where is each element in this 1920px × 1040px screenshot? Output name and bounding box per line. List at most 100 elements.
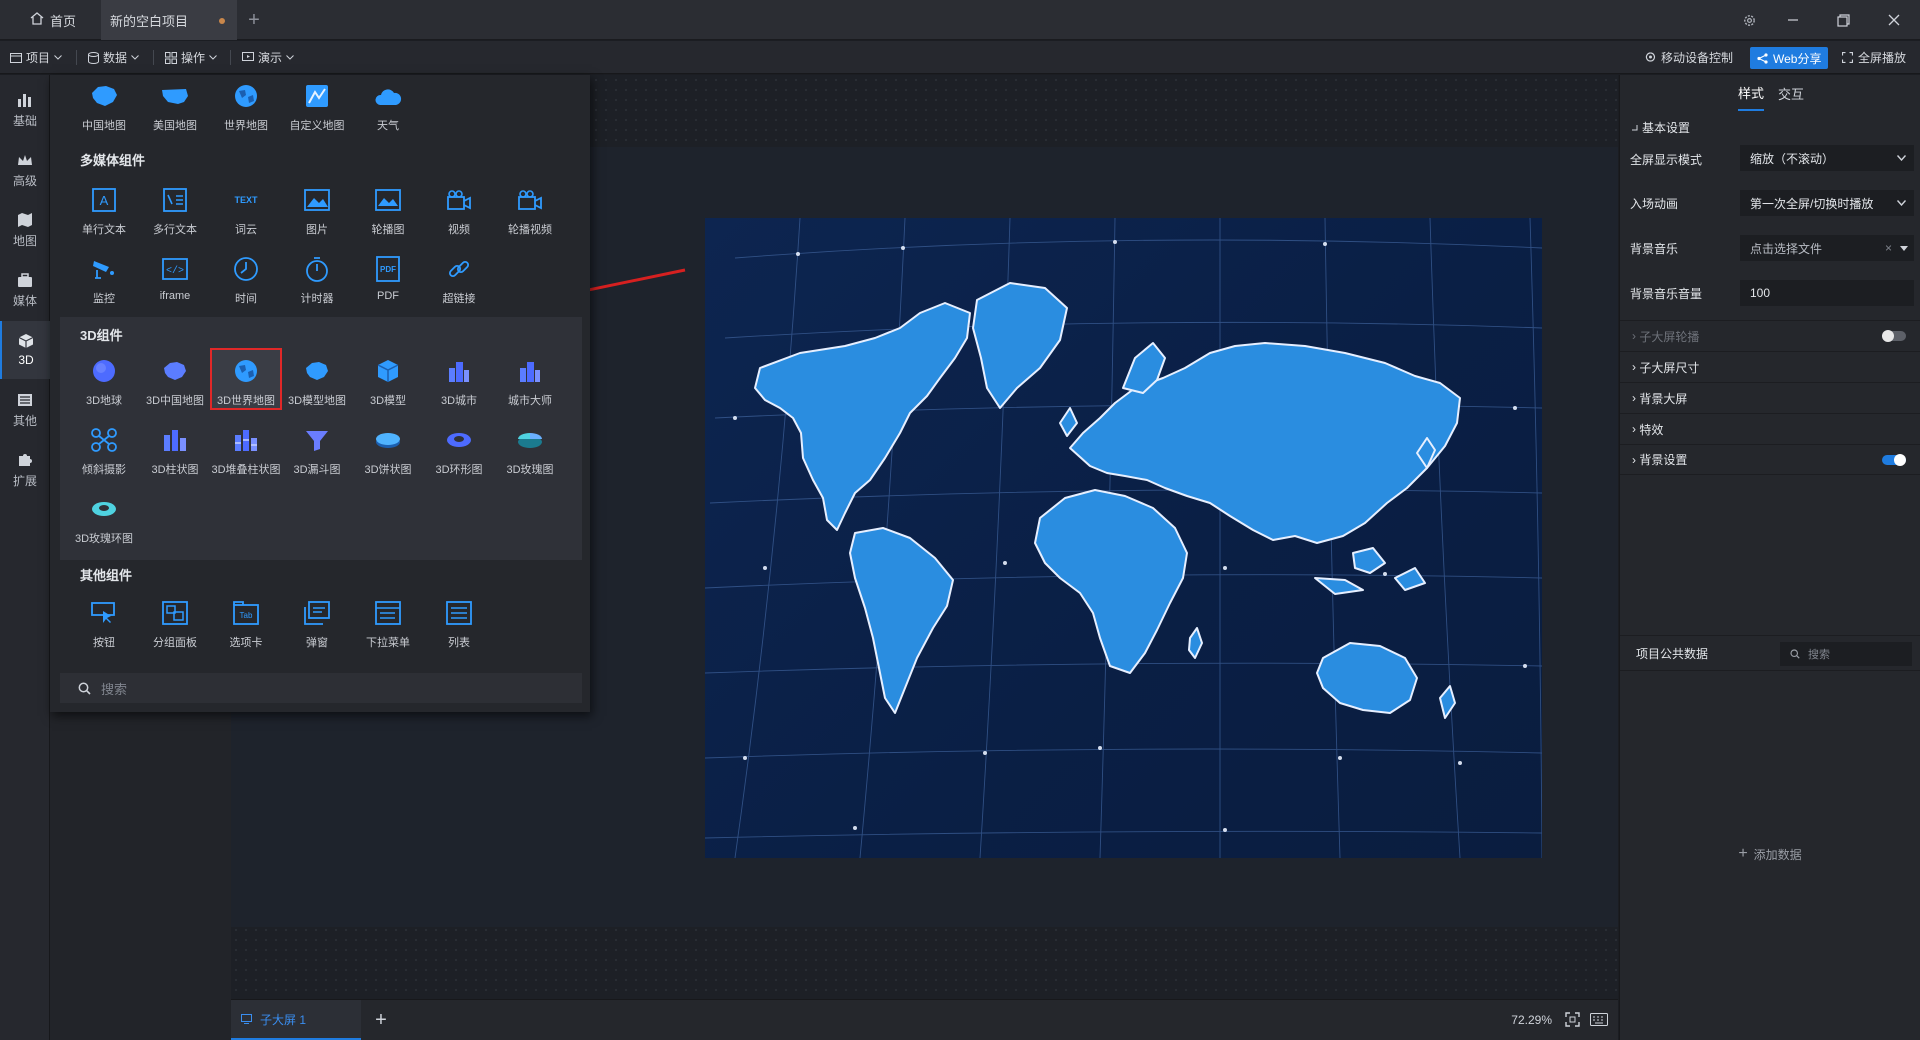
rail-item-3d[interactable]: 3D — [0, 321, 50, 379]
component-3d-stacked-bar[interactable]: 3D堆叠柱状图 — [210, 419, 282, 481]
component-video[interactable]: 视频 — [423, 179, 495, 241]
tab-home[interactable]: 首页 — [20, 0, 100, 40]
component-button[interactable]: 按钮 — [68, 592, 140, 654]
caret-down-icon — [1900, 246, 1908, 251]
carousel-icon — [375, 189, 401, 211]
component-pdf[interactable]: PDF PDF — [352, 248, 424, 310]
close-button[interactable] — [1874, 0, 1914, 40]
component-carousel-video[interactable]: 轮播视频 — [494, 179, 566, 241]
restore-button[interactable] — [1823, 0, 1863, 40]
basic-settings-header[interactable]: 基本设置 — [1632, 119, 1690, 136]
background-settings-toggle[interactable] — [1882, 453, 1906, 466]
component-3d-bar-chart[interactable]: 3D柱状图 — [139, 419, 211, 481]
component-3d-model[interactable]: 3D模型 — [352, 350, 424, 412]
component-3d-funnel[interactable]: 3D漏斗图 — [281, 419, 353, 481]
svg-text:TEXT: TEXT — [234, 195, 258, 205]
web-share-button[interactable]: Web分享 — [1750, 47, 1829, 69]
add-tab-button[interactable]: + — [244, 0, 264, 40]
component-3d-world-map[interactable]: 3D世界地图 — [210, 348, 282, 410]
rail-item-basic[interactable]: 基础 — [0, 81, 50, 139]
component-list[interactable]: 列表 — [423, 592, 495, 654]
device-control-button[interactable]: 移动设备控制 — [1645, 41, 1733, 74]
component-usa-map[interactable]: 美国地图 — [139, 75, 211, 137]
public-data-search-input[interactable]: 搜索 — [1780, 642, 1912, 666]
svg-text:</>: </> — [166, 265, 184, 277]
component-oblique-photography[interactable]: 倾斜摄影 — [68, 419, 140, 481]
share-icon — [1757, 52, 1768, 64]
entrance-animation-select[interactable]: 第一次全屏/切换时播放 — [1740, 190, 1914, 216]
component-multi-text[interactable]: 多行文本 — [139, 179, 211, 241]
component-carousel[interactable]: 轮播图 — [352, 179, 424, 241]
sub-screen-carousel-toggle[interactable] — [1882, 330, 1906, 342]
settings-button[interactable] — [1729, 0, 1769, 40]
component-hyperlink[interactable]: 超链接 — [423, 248, 495, 310]
tab-project[interactable]: 新的空白项目 — [101, 0, 237, 40]
collapse-background-screen[interactable]: › 背景大屏 — [1620, 382, 1920, 413]
tab-style[interactable]: 样式 — [1738, 75, 1765, 111]
close-icon — [1888, 14, 1900, 26]
menu-project[interactable]: 项目 — [10, 41, 62, 74]
pdf-icon: PDF — [376, 256, 400, 282]
component-dropdown[interactable]: 下拉菜单 — [352, 592, 424, 654]
component-3d-rose-ring[interactable]: 3D玫瑰环图 — [68, 488, 140, 550]
chevron-down-icon — [54, 55, 62, 60]
word-cloud-icon: TEXT — [234, 195, 258, 205]
component-weather[interactable]: 天气 — [352, 75, 424, 137]
add-sub-screen-button[interactable]: + — [366, 1000, 396, 1040]
rail-item-extension[interactable]: 扩展 — [0, 441, 50, 499]
component-word-cloud[interactable]: TEXT 词云 — [210, 179, 282, 241]
component-3d-model-map[interactable]: 3D模型地图 — [281, 350, 353, 412]
component-time[interactable]: 时间 — [210, 248, 282, 310]
clear-icon[interactable]: × — [1885, 241, 1892, 255]
tab-interaction[interactable]: 交互 — [1778, 75, 1804, 111]
keyboard-shortcuts-button[interactable] — [1590, 1013, 1608, 1029]
collapse-effects[interactable]: › 特效 — [1620, 413, 1920, 444]
component-3d-pie[interactable]: 3D饼状图 — [352, 419, 424, 481]
component-popup[interactable]: 弹窗 — [281, 592, 353, 654]
fit-screen-button[interactable] — [1565, 1012, 1580, 1030]
fullscreen-mode-select[interactable]: 缩放（不滚动） — [1740, 145, 1914, 171]
collapse-sub-screen-carousel[interactable]: › 子大屏轮播 — [1620, 320, 1920, 351]
component-single-text[interactable]: A 单行文本 — [68, 179, 140, 241]
menu-present[interactable]: 演示 — [242, 41, 294, 74]
minimize-button[interactable] — [1773, 0, 1813, 40]
music-volume-input[interactable]: 100 — [1740, 280, 1914, 306]
component-timer[interactable]: 计时器 — [281, 248, 353, 310]
menu-data[interactable]: 数据 — [88, 41, 139, 74]
component-group-panel[interactable]: 分组面板 — [139, 592, 211, 654]
component-iframe[interactable]: </> iframe — [139, 248, 211, 310]
component-image[interactable]: 图片 — [281, 179, 353, 241]
component-search-input[interactable]: 搜索 — [60, 673, 582, 703]
3d-cube-icon — [377, 360, 399, 382]
menu-operation[interactable]: 操作 — [165, 41, 217, 74]
collapse-sub-screen-size[interactable]: › 子大屏尺寸 — [1620, 351, 1920, 382]
city-master-icon — [520, 362, 540, 382]
component-3d-china-map[interactable]: 3D中国地图 — [139, 350, 211, 412]
add-data-button[interactable]: + 添加数据 — [1620, 845, 1920, 863]
component-custom-map[interactable]: 自定义地图 — [281, 75, 353, 137]
component-monitor[interactable]: 监控 — [68, 248, 140, 310]
fullscreen-mode-label: 全屏显示模式 — [1630, 153, 1703, 167]
rail-item-media[interactable]: 媒体 — [0, 261, 50, 319]
component-china-map[interactable]: 中国地图 — [68, 75, 140, 137]
component-tabs[interactable]: Tab 选项卡 — [210, 592, 282, 654]
fullscreen-button[interactable]: 全屏播放 — [1842, 41, 1906, 74]
custom-map-icon — [306, 85, 328, 107]
component-world-map[interactable]: 世界地图 — [210, 75, 282, 137]
3d-china-map-icon — [164, 362, 186, 380]
background-music-file-select[interactable]: 点击选择文件 × — [1740, 235, 1914, 261]
collapse-background-settings[interactable]: › 背景设置 — [1620, 444, 1920, 475]
briefcase-icon — [18, 272, 32, 287]
zoom-level: 72.29% — [1511, 1013, 1552, 1027]
world-map-component[interactable] — [705, 218, 1542, 858]
rail-item-map[interactable]: 地图 — [0, 201, 50, 259]
component-3d-rose[interactable]: 3D玫瑰图 — [494, 419, 566, 481]
rail-item-other[interactable]: 其他 — [0, 381, 50, 439]
component-3d-earth[interactable]: 3D地球 — [68, 350, 140, 412]
rail-item-advanced[interactable]: 高级 — [0, 141, 50, 199]
component-3d-city[interactable]: 3D城市 — [423, 350, 495, 412]
bar-chart-icon — [18, 93, 31, 107]
component-city-master[interactable]: 城市大师 — [494, 350, 566, 412]
tab-sub-screen-1[interactable]: 子大屏 1 — [231, 1000, 361, 1040]
component-3d-ring[interactable]: 3D环形图 — [423, 419, 495, 481]
